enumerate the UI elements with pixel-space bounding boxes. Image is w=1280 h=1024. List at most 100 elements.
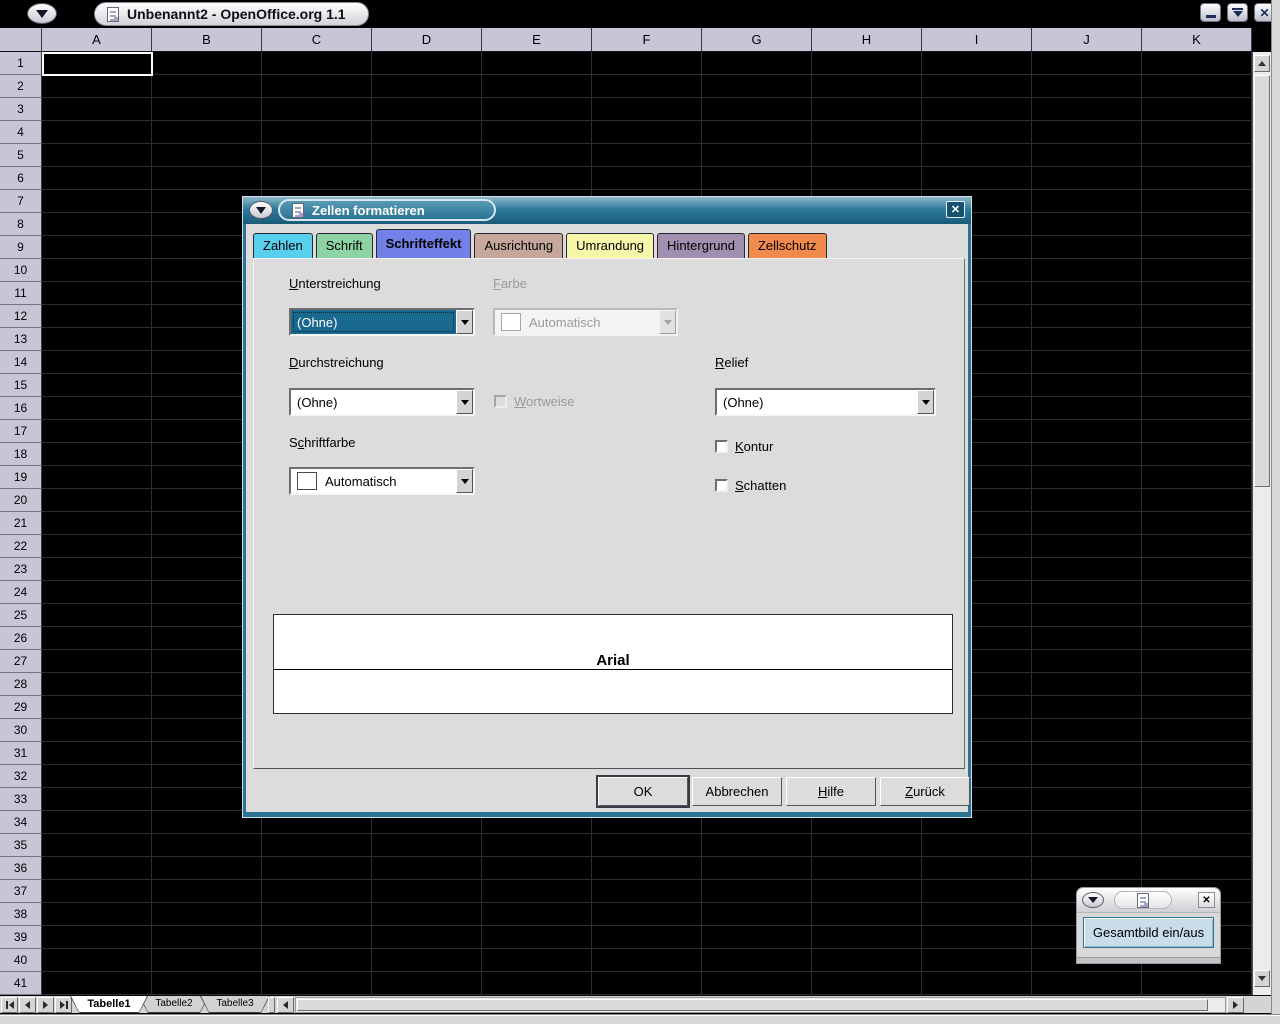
cell-D38[interactable] <box>372 903 482 926</box>
sheet-tab-tabelle1[interactable]: Tabelle1 <box>70 996 148 1013</box>
cell-J11[interactable] <box>1032 282 1142 305</box>
row-header-6[interactable]: 6 <box>0 167 42 190</box>
cell-E3[interactable] <box>482 98 592 121</box>
row-header-27[interactable]: 27 <box>0 650 42 673</box>
cell-K18[interactable] <box>1142 443 1252 466</box>
cell-J31[interactable] <box>1032 742 1142 765</box>
row-header-22[interactable]: 22 <box>0 535 42 558</box>
cell-H2[interactable] <box>812 75 922 98</box>
cell-G1[interactable] <box>702 52 812 75</box>
cell-H6[interactable] <box>812 167 922 190</box>
cell-C4[interactable] <box>262 121 372 144</box>
cell-C35[interactable] <box>262 834 372 857</box>
cell-B2[interactable] <box>152 75 262 98</box>
cell-K24[interactable] <box>1142 581 1252 604</box>
cell-H5[interactable] <box>812 144 922 167</box>
cell-A4[interactable] <box>42 121 152 144</box>
cell-D3[interactable] <box>372 98 482 121</box>
cell-E2[interactable] <box>482 75 592 98</box>
cell-A19[interactable] <box>42 466 152 489</box>
cell-J3[interactable] <box>1032 98 1142 121</box>
cell-I39[interactable] <box>922 926 1032 949</box>
cell-B41[interactable] <box>152 972 262 995</box>
underline-dropdown[interactable]: (Ohne) <box>289 308 475 336</box>
strikethrough-dropdown[interactable]: (Ohne) <box>289 388 475 416</box>
first-sheet-button[interactable] <box>1 997 18 1013</box>
cell-E6[interactable] <box>482 167 592 190</box>
cell-I1[interactable] <box>922 52 1032 75</box>
cell-J13[interactable] <box>1032 328 1142 351</box>
dialog-menu-button[interactable] <box>249 201 273 219</box>
cell-G6[interactable] <box>702 167 812 190</box>
cell-K10[interactable] <box>1142 259 1252 282</box>
row-header-11[interactable]: 11 <box>0 282 42 305</box>
cell-K12[interactable] <box>1142 305 1252 328</box>
cell-A23[interactable] <box>42 558 152 581</box>
cell-A24[interactable] <box>42 581 152 604</box>
column-header-F[interactable]: F <box>592 28 702 52</box>
cell-G39[interactable] <box>702 926 812 949</box>
row-header-15[interactable]: 15 <box>0 374 42 397</box>
cell-C1[interactable] <box>262 52 372 75</box>
row-header-4[interactable]: 4 <box>0 121 42 144</box>
cell-K29[interactable] <box>1142 696 1252 719</box>
cell-J25[interactable] <box>1032 604 1142 627</box>
cell-C2[interactable] <box>262 75 372 98</box>
cell-K36[interactable] <box>1142 857 1252 880</box>
row-header-1[interactable]: 1 <box>0 52 42 75</box>
gesamtbild-toggle-button[interactable]: Gesamtbild ein/aus <box>1083 917 1214 948</box>
column-header-C[interactable]: C <box>262 28 372 52</box>
cell-J15[interactable] <box>1032 374 1142 397</box>
cell-B39[interactable] <box>152 926 262 949</box>
row-header-39[interactable]: 39 <box>0 926 42 949</box>
cell-J32[interactable] <box>1032 765 1142 788</box>
cell-A32[interactable] <box>42 765 152 788</box>
cell-H37[interactable] <box>812 880 922 903</box>
font-color-dropdown[interactable]: Automatisch <box>289 467 475 495</box>
row-header-14[interactable]: 14 <box>0 351 42 374</box>
sheet-tab-tabelle3[interactable]: Tabelle3 <box>200 996 270 1013</box>
dropdown-arrow-button[interactable] <box>917 390 934 414</box>
vertical-scrollbar-thumb[interactable] <box>1254 75 1270 487</box>
cell-K4[interactable] <box>1142 121 1252 144</box>
cell-K16[interactable] <box>1142 397 1252 420</box>
cell-G35[interactable] <box>702 834 812 857</box>
row-header-3[interactable]: 3 <box>0 98 42 121</box>
cell-K32[interactable] <box>1142 765 1252 788</box>
cell-J1[interactable] <box>1032 52 1142 75</box>
cell-A30[interactable] <box>42 719 152 742</box>
cell-J34[interactable] <box>1032 811 1142 834</box>
cell-A26[interactable] <box>42 627 152 650</box>
cell-I36[interactable] <box>922 857 1032 880</box>
cell-F6[interactable] <box>592 167 702 190</box>
row-header-37[interactable]: 37 <box>0 880 42 903</box>
cell-K9[interactable] <box>1142 236 1252 259</box>
cell-B36[interactable] <box>152 857 262 880</box>
column-header-G[interactable]: G <box>702 28 812 52</box>
cell-A10[interactable] <box>42 259 152 282</box>
cell-J36[interactable] <box>1032 857 1142 880</box>
active-cell-selection[interactable] <box>42 52 153 76</box>
cell-H3[interactable] <box>812 98 922 121</box>
cell-A17[interactable] <box>42 420 152 443</box>
cell-K3[interactable] <box>1142 98 1252 121</box>
cell-K22[interactable] <box>1142 535 1252 558</box>
cell-A18[interactable] <box>42 443 152 466</box>
window-menu-button[interactable] <box>27 3 57 24</box>
cell-J4[interactable] <box>1032 121 1142 144</box>
cell-F40[interactable] <box>592 949 702 972</box>
column-header-A[interactable]: A <box>42 28 152 52</box>
cell-K2[interactable] <box>1142 75 1252 98</box>
scroll-left-button[interactable] <box>277 997 294 1013</box>
cell-K31[interactable] <box>1142 742 1252 765</box>
cell-K13[interactable] <box>1142 328 1252 351</box>
cell-H40[interactable] <box>812 949 922 972</box>
tab-umrandung[interactable]: Umrandung <box>566 233 654 258</box>
column-header-E[interactable]: E <box>482 28 592 52</box>
row-header-35[interactable]: 35 <box>0 834 42 857</box>
cell-C36[interactable] <box>262 857 372 880</box>
cell-H1[interactable] <box>812 52 922 75</box>
cell-A34[interactable] <box>42 811 152 834</box>
cell-J30[interactable] <box>1032 719 1142 742</box>
cell-J24[interactable] <box>1032 581 1142 604</box>
